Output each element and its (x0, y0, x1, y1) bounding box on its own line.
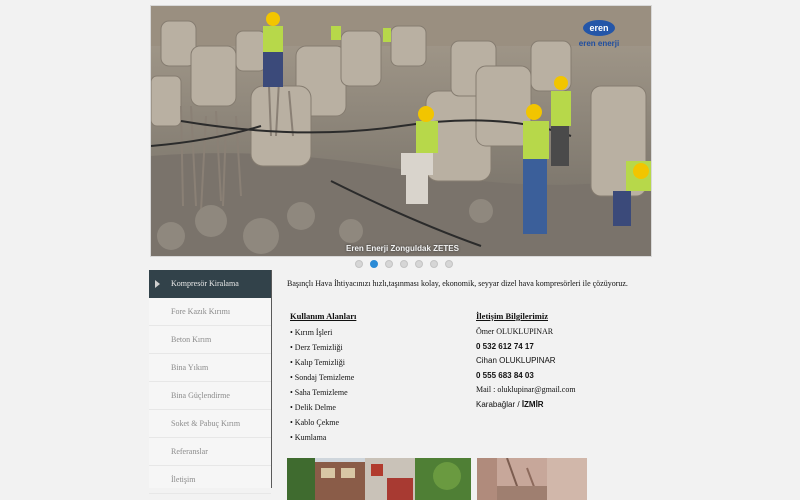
sidebar-item-label: Beton Kırım (171, 335, 212, 344)
usage-title: Kullanım Alanları (290, 311, 357, 321)
slider-pagination (355, 260, 453, 270)
sidebar-item-label: Referanslar (171, 447, 208, 456)
slider-dot[interactable] (430, 260, 438, 268)
list-item: • Kalıp Temizliği (290, 358, 345, 367)
slider-dot[interactable] (400, 260, 408, 268)
sidebar-item-label: Bina Güçlendirme (171, 391, 230, 400)
sidebar-item-bina-yikim[interactable]: Bina Yıkım (149, 354, 271, 382)
sidebar-nav: Kompresör Kiralama Fore Kazık Kırımı Bet… (149, 270, 272, 494)
page: eren eren enerji Eren Enerji Zonguldak Z… (0, 0, 800, 500)
contact-name: Ömer OLUKLUPINAR (476, 327, 554, 336)
contact-address: Karabağlar / İZMİR (476, 398, 646, 413)
arrow-right-icon (155, 280, 160, 288)
address-district: Karabağlar / (476, 399, 522, 409)
sidebar-item-kompresor-kiralama[interactable]: Kompresör Kiralama (149, 270, 271, 298)
contact-phone[interactable]: 0 555 683 84 03 (476, 369, 646, 384)
sidebar-item-iletisim[interactable]: İletişim (149, 466, 271, 494)
sidebar-item-beton-kirim[interactable]: Beton Kırım (149, 326, 271, 354)
main-content: Başınçlı Hava İhtiyacınızı hızlı,taşınma… (287, 279, 647, 442)
contact-name: Cihan OLUKLUPINAR (476, 356, 556, 366)
slider-dot-active[interactable] (370, 260, 378, 268)
sidebar-item-fore-kazik-kirimi[interactable]: Fore Kazık Kırımı (149, 298, 271, 326)
slider-dot[interactable] (385, 260, 393, 268)
list-item: • Kırım İşleri (290, 328, 333, 337)
slider-dot[interactable] (415, 260, 423, 268)
image-slider[interactable]: eren eren enerji Eren Enerji Zonguldak Z… (150, 5, 652, 257)
logo-text: eren enerji (578, 39, 620, 48)
list-item: • Kablo Çekme (290, 418, 340, 427)
sidebar-item-referanslar[interactable]: Referanslar (149, 438, 271, 466)
slider-caption: Eren Enerji Zonguldak ZETES (346, 244, 459, 253)
gallery-thumbnail[interactable] (477, 458, 587, 500)
slider-dot[interactable] (445, 260, 453, 268)
sidebar-item-label: İletişim (171, 475, 196, 484)
usage-section: Kullanım Alanları • Kırım İşleri • Derz … (290, 311, 470, 445)
gallery-thumbnails (287, 458, 597, 500)
slider-dot[interactable] (355, 260, 363, 268)
sidebar-item-bina-guclendirme[interactable]: Bina Güçlendirme (149, 382, 271, 410)
sidebar-item-label: Fore Kazık Kırımı (171, 307, 231, 316)
intro-text: Başınçlı Hava İhtiyacınızı hızlı,taşınma… (287, 279, 628, 288)
list-item: • Saha Temizleme (290, 388, 348, 397)
usage-list: • Kırım İşleri • Derz Temizliği • Kalıp … (290, 325, 470, 445)
sidebar-item-soket-pabuc-kirim[interactable]: Soket & Pabuç Kırım (149, 410, 271, 438)
eren-enerji-logo: eren eren enerji (563, 20, 635, 54)
list-item: • Sondaj Temizleme (290, 373, 355, 382)
list-item: • Derz Temizliği (290, 343, 343, 352)
logo-badge: eren (583, 20, 615, 36)
sidebar-item-label: Bina Yıkım (171, 363, 209, 372)
sidebar-item-label: Soket & Pabuç Kırım (171, 419, 241, 428)
contact-phone[interactable]: 0 532 612 74 17 (476, 340, 646, 355)
thumbnail-street-photo (287, 458, 471, 500)
list-item: • Kumlama (290, 433, 327, 442)
contact-email[interactable]: Mail : oluklupinar@gmail.com (476, 383, 646, 398)
thumbnail-interior-photo (477, 458, 587, 500)
contact-section: İletişim Bilgilerimiz Ömer OLUKLUPINAR 0… (476, 311, 646, 413)
list-item: • Delik Delme (290, 403, 336, 412)
address-city: İZMİR (521, 399, 544, 409)
gallery-thumbnail[interactable] (287, 458, 471, 500)
sidebar-item-label: Kompresör Kiralama (171, 279, 239, 288)
contact-title: İletişim Bilgilerimiz (476, 311, 548, 321)
